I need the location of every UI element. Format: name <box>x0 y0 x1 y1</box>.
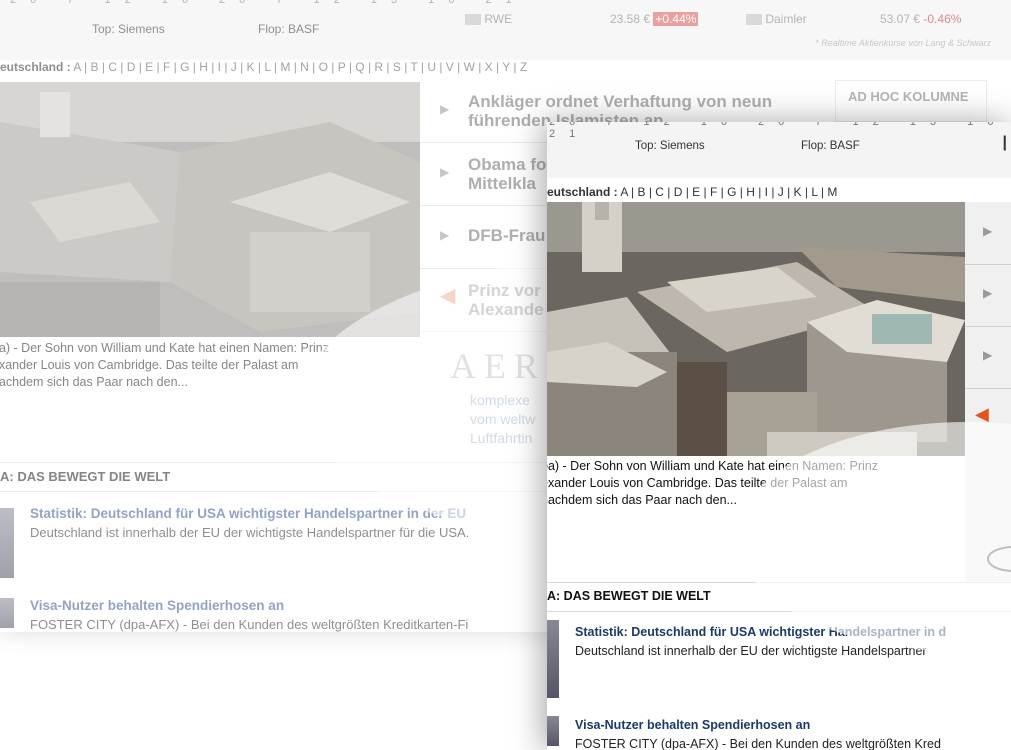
play-arrow-icon: ▶ <box>440 165 450 179</box>
article-teaser: Deutschland ist innerhalb der EU der wic… <box>575 644 927 658</box>
stock-ticker-strip: 20 7 12 16 20 7 12 13 16 21 Top: Siemens… <box>547 122 1011 178</box>
news-photo[interactable] <box>0 82 420 337</box>
ad-logo: AER <box>450 346 546 386</box>
chart-axis-ticks: 20 7 12 16 20 7 12 13 16 21 <box>10 0 526 6</box>
city-aerial-image <box>0 82 420 337</box>
active-arrow-icon: ◀ <box>440 285 456 307</box>
adhoc-column-box[interactable]: AD HOC KOLUMNE <box>835 80 987 122</box>
headline-item-active[interactable]: ◀ <box>965 388 1011 450</box>
alphabet-prefix: eutschland : <box>0 60 71 74</box>
article-title[interactable]: Statistik: Deutschland für USA wichtigst… <box>575 625 946 639</box>
news-photo[interactable] <box>547 202 965 456</box>
play-arrow-icon: ▶ <box>983 348 993 362</box>
city-aerial-image <box>547 202 965 456</box>
article-teaser: FOSTER CITY (dpa-AFX) - Bei den Kunden d… <box>575 737 941 750</box>
chart-axis-ticks: 20 7 12 16 20 7 12 13 16 21 <box>549 122 1008 140</box>
alphabet-prefix: eutschland : <box>547 185 618 199</box>
headline-item[interactable]: ▶ <box>965 202 1011 265</box>
stock-daimler-value: 53.07 € -0.46% <box>880 12 962 26</box>
alphabet-letters[interactable]: A | B | C | D | E | F | G | H | I | J | … <box>620 185 837 199</box>
flop-stock-label[interactable]: Flop: BASF <box>801 140 860 152</box>
headline-list: ▶ ▶ ▶ ◀ <box>965 202 1011 582</box>
play-arrow-icon: ▶ <box>440 228 450 242</box>
top-stock-label[interactable]: Top: Siemens <box>92 22 165 36</box>
play-arrow-icon: ▶ <box>440 102 450 116</box>
play-arrow-icon: ▶ <box>983 224 993 238</box>
photo-caption: pa) - Der Sohn von William und Kate hat … <box>0 341 329 389</box>
ticker-cut-indicator: | <box>1002 134 1007 151</box>
article-thumbnail <box>0 508 14 578</box>
alphabet-index: eutschland : A | B | C | D | E | F | G |… <box>0 56 527 78</box>
top-stock-label[interactable]: Top: Siemens <box>635 140 705 152</box>
article-teaser: Deutschland ist innerhalb der EU der wic… <box>30 525 470 540</box>
flop-stock-label[interactable]: Flop: BASF <box>258 22 319 36</box>
ad-text: komplexe vom weltw Luftfahrtin <box>470 392 536 446</box>
article-title[interactable]: Visa-Nutzer behalten Spendierhosen an <box>30 598 284 613</box>
stock-daimler[interactable]: Daimler <box>746 12 807 26</box>
negative-change-text: -0.46% <box>923 12 962 26</box>
alphabet-index: eutschland : A | B | C | D | E | F | G |… <box>547 180 1011 204</box>
article-thumbnail <box>547 716 559 746</box>
stock-rwe-value: 23.58 € +0.44% <box>610 12 699 26</box>
photo-caption: pa) - Der Sohn von William und Kate hat … <box>547 459 878 507</box>
article-title[interactable]: Visa-Nutzer behalten Spendierhosen an <box>575 718 810 732</box>
daimler-logo-icon <box>746 14 762 26</box>
headline-item[interactable]: ▶ <box>965 264 1011 327</box>
rwe-logo-icon <box>465 14 481 26</box>
foreground-webpage: 20 7 12 16 20 7 12 13 16 21 Top: Siemens… <box>547 122 1011 750</box>
alphabet-letters[interactable]: A | B | C | D | E | F | G | H | I | J | … <box>73 60 527 74</box>
positive-change-badge: +0.44% <box>653 12 699 26</box>
realtime-credit: * Realtime Aktienkurse von Lang & Schwar… <box>815 38 991 48</box>
article-thumbnail <box>547 620 559 698</box>
play-arrow-icon: ▶ <box>983 286 993 300</box>
active-arrow-icon: ◀ <box>975 404 989 424</box>
article-teaser: FOSTER CITY (dpa-AFX) - Bei den Kunden d… <box>30 617 469 632</box>
ad-logo-swirl <box>987 546 1011 572</box>
headline-item[interactable]: ▶ <box>965 326 1011 389</box>
stock-ticker-strip: 20 7 12 16 20 7 12 13 16 21 Top: Siemens… <box>0 0 1011 60</box>
article-thumbnail <box>0 598 14 628</box>
section-header: A: DAS BEWEGT DIE WELT <box>547 582 1011 612</box>
stock-rwe[interactable]: RWE <box>465 12 512 26</box>
article-title[interactable]: Statistik: Deutschland für USA wichtigst… <box>30 506 466 521</box>
